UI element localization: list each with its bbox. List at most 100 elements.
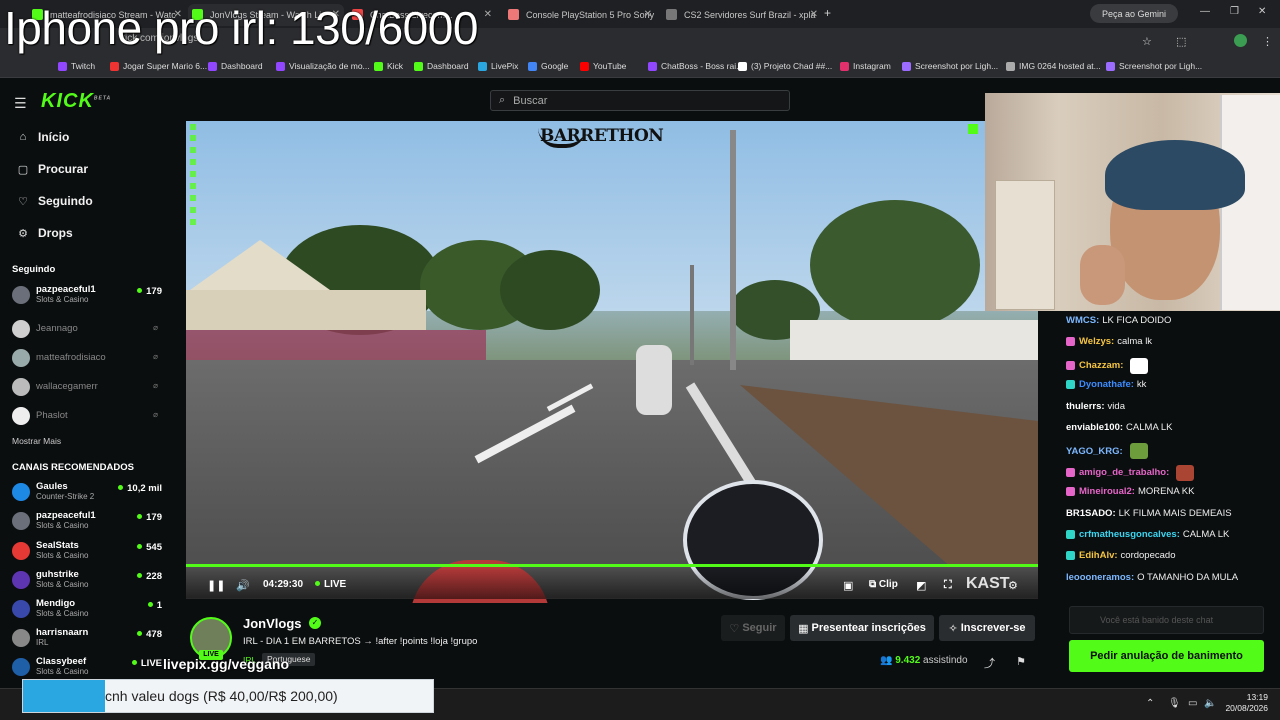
volume-tray-icon[interactable]: 🔈 [1204,698,1216,709]
volume-icon[interactable]: 🔊 [236,579,250,592]
recommended-channel[interactable]: Gaules Counter-Strike 2 10,2 mil [12,481,162,503]
subscribe-button[interactable]: ✧ Inscrever-se [939,615,1035,641]
search-input[interactable]: ⌕ Buscar [490,90,790,111]
sidebar-item-browse[interactable]: ▢ Procurar [16,162,88,176]
mic-icon[interactable]: 🎙 [1168,698,1181,709]
bookmark-item[interactable]: IMG 0264 hosted at... [1006,61,1101,71]
recommended-channel[interactable]: Classybeef Slots & Casino LIVE [12,656,162,678]
streamer-name[interactable]: JonVlogs [243,616,302,631]
bookmark-favicon-icon [840,61,849,71]
pause-icon[interactable]: ❚❚ [207,579,225,592]
chat-badge-icon [1066,337,1075,347]
sidebar-item-following[interactable]: ♡ Seguindo [16,194,93,208]
webcam-door [995,180,1055,310]
chat-username[interactable]: leoooneramos: [1066,572,1134,583]
gift-subs-button[interactable]: ▦ Presentear inscrições [790,615,934,641]
bookmark-item[interactable]: YouTube [580,61,626,71]
bookmark-item[interactable]: Twitch [58,61,95,71]
bookmark-label: Jogar Super Mario 6... [123,61,208,71]
minimize-icon[interactable]: — [1200,6,1210,17]
star-icon[interactable]: ☆ [1142,35,1152,48]
taskbar-clock[interactable]: 13:19 20/08/2026 [1222,692,1268,714]
chat-message: enviable100: CALMA LK [1066,422,1173,433]
video-chat-overlay-row [190,159,200,166]
bookmark-item[interactable]: Dashboard [414,61,469,71]
following-channel[interactable]: matteafrodisiaco ⌀ [12,347,162,369]
bookmark-item[interactable]: LivePix [478,61,518,71]
chat-username[interactable]: enviable100: [1066,422,1123,433]
chat-username[interactable]: WMCS: [1066,315,1099,326]
bookmark-item[interactable]: Jogar Super Mario 6... [110,61,207,71]
recommended-channel[interactable]: Mendigo Slots & Casino 1 [12,598,162,620]
following-channel[interactable]: Phaslot ⌀ [12,405,162,427]
new-tab-button[interactable]: + [824,6,831,20]
chat-username[interactable]: amigo_de_trabalho: [1079,467,1169,478]
recommended-channel[interactable]: guhstrike Slots & Casino 228 [12,569,162,591]
progress-bar[interactable] [186,564,1038,567]
bookmark-item[interactable]: Google [528,61,568,71]
chat-username[interactable]: Mineiroual2: [1079,486,1135,497]
recommended-channel[interactable]: pazpeaceful1 Slots & Casino 179 [12,510,162,532]
chat-username[interactable]: crfmatheusgoncalves: [1079,529,1180,540]
tab-close-icon[interactable]: ✕ [644,9,652,20]
chat-username[interactable]: Welzys: [1079,336,1114,347]
tab-close-icon[interactable]: ✕ [810,9,818,20]
chat-emote-icon [1130,357,1149,374]
kick-logo[interactable]: KICKBETA [41,90,111,113]
chat-username-text: thulerrs [1066,400,1102,412]
bookmark-item[interactable]: Screenshot por Ligh... [902,61,998,71]
browser-tab[interactable]: CS2 Servidores Surf Brazil - xpla ✕ [662,4,822,26]
bookmark-item[interactable]: Instagram [840,61,891,71]
network-icon[interactable]: ▭ [1188,698,1197,709]
avatar [12,320,30,338]
bookmark-item[interactable]: Screenshot por Ligh... [1106,61,1202,71]
recommended-channel[interactable]: harrisnaarn IRL 478 [12,627,162,649]
pip-icon[interactable]: ◩ [916,579,926,592]
sidebar-item-home[interactable]: ⌂ Início [16,130,70,144]
menu-icon[interactable]: ⋮ [1262,35,1273,48]
chat-message: YAGO_KRG: [1066,443,1148,460]
chat-colon: : [1130,379,1134,391]
motorcycle-rider [636,345,672,415]
clip-button[interactable]: ⧉ Clip [869,579,898,590]
chat-text: MORENA KK [1137,486,1195,498]
sidebar-item-drops[interactable]: ⚙ Drops [16,226,73,240]
recommended-channel[interactable]: SealStats Slots & Casino 545 [12,540,162,562]
following-channel[interactable]: wallacegamerr ⌀ [12,376,162,398]
chat-username[interactable]: BR1SADO: [1066,508,1116,519]
tab-close-icon[interactable]: ✕ [484,9,492,20]
bookmark-item[interactable]: Visualização de mo... [276,61,370,71]
request-unban-button[interactable]: Pedir anulação de banimento [1069,640,1264,672]
following-channel[interactable]: pazpeaceful1 Slots & Casino 179 [12,284,162,306]
follow-button[interactable]: ♡ Seguir [721,615,785,641]
bookmark-label: LivePix [491,61,519,71]
chat-username[interactable]: thulerrs: [1066,401,1105,412]
show-more-link[interactable]: Mostrar Mais [12,436,61,446]
maximize-icon[interactable]: ❐ [1230,6,1239,17]
browser-tab[interactable]: Console PlayStation 5 Pro Sony ✕ [504,4,656,26]
chat-username[interactable]: YAGO_KRG: [1066,446,1123,457]
chat-username[interactable]: Dyonathafe: [1079,379,1134,390]
gemini-button[interactable]: Peça ao Gemini [1090,4,1178,23]
bookmark-item[interactable]: (3) Projeto Chad ##... [738,61,832,71]
settings-gear-icon[interactable]: ⚙ [1008,579,1018,592]
light-pole [730,130,736,370]
chat-text: LK FILMA MAIS DEMEAIS [1118,507,1232,519]
following-channel[interactable]: Jeannago ⌀ [12,318,162,340]
theater-mode-icon[interactable]: ▣ [843,579,853,592]
report-icon[interactable]: ⚑ [1016,655,1026,668]
extensions-icon[interactable]: ⬚ [1176,35,1186,48]
close-icon[interactable]: ✕ [1258,6,1266,17]
menu-hamburger-icon[interactable]: ☰ [14,95,27,112]
share-icon[interactable]: ⤴ [984,655,995,671]
bookmark-item[interactable]: Dashboard [208,61,263,71]
bookmark-item[interactable]: Kick [374,61,403,71]
profile-avatar[interactable] [1234,34,1247,47]
chat-colon: : [1114,550,1118,562]
chat-input[interactable]: Você está banido deste chat [1069,606,1264,634]
tray-chevron-icon[interactable]: ⌃ [1146,698,1154,709]
chat-username[interactable]: Chazzam: [1079,360,1123,371]
chat-username[interactable]: EdihAlv: [1079,550,1118,561]
fullscreen-icon[interactable]: ⛶ [944,579,952,592]
bookmark-item[interactable]: ChatBoss - Boss rai... [648,61,743,71]
